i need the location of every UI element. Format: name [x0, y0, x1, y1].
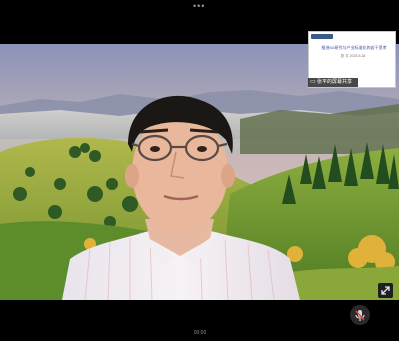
share-slide-title: 推进6G研究与产业标准化的若干思考: [321, 45, 387, 50]
more-dots[interactable]: •••: [193, 2, 205, 11]
microphone-muted-icon[interactable]: [350, 305, 370, 325]
expand-icon[interactable]: [378, 283, 393, 298]
expand-icon-glyph: [381, 286, 390, 295]
share-logo: [311, 34, 333, 39]
share-slide-subtitle: 张 平 2023.5.18: [340, 54, 366, 58]
screen-share-label: 张平的屏幕共享: [317, 79, 353, 85]
call-timer: 00:00: [193, 330, 207, 336]
screen-share-icon: ▭: [310, 79, 316, 85]
screen-share-label-bar: ▭ 张平的屏幕共享: [308, 78, 358, 87]
mic-glyph: [355, 310, 365, 321]
